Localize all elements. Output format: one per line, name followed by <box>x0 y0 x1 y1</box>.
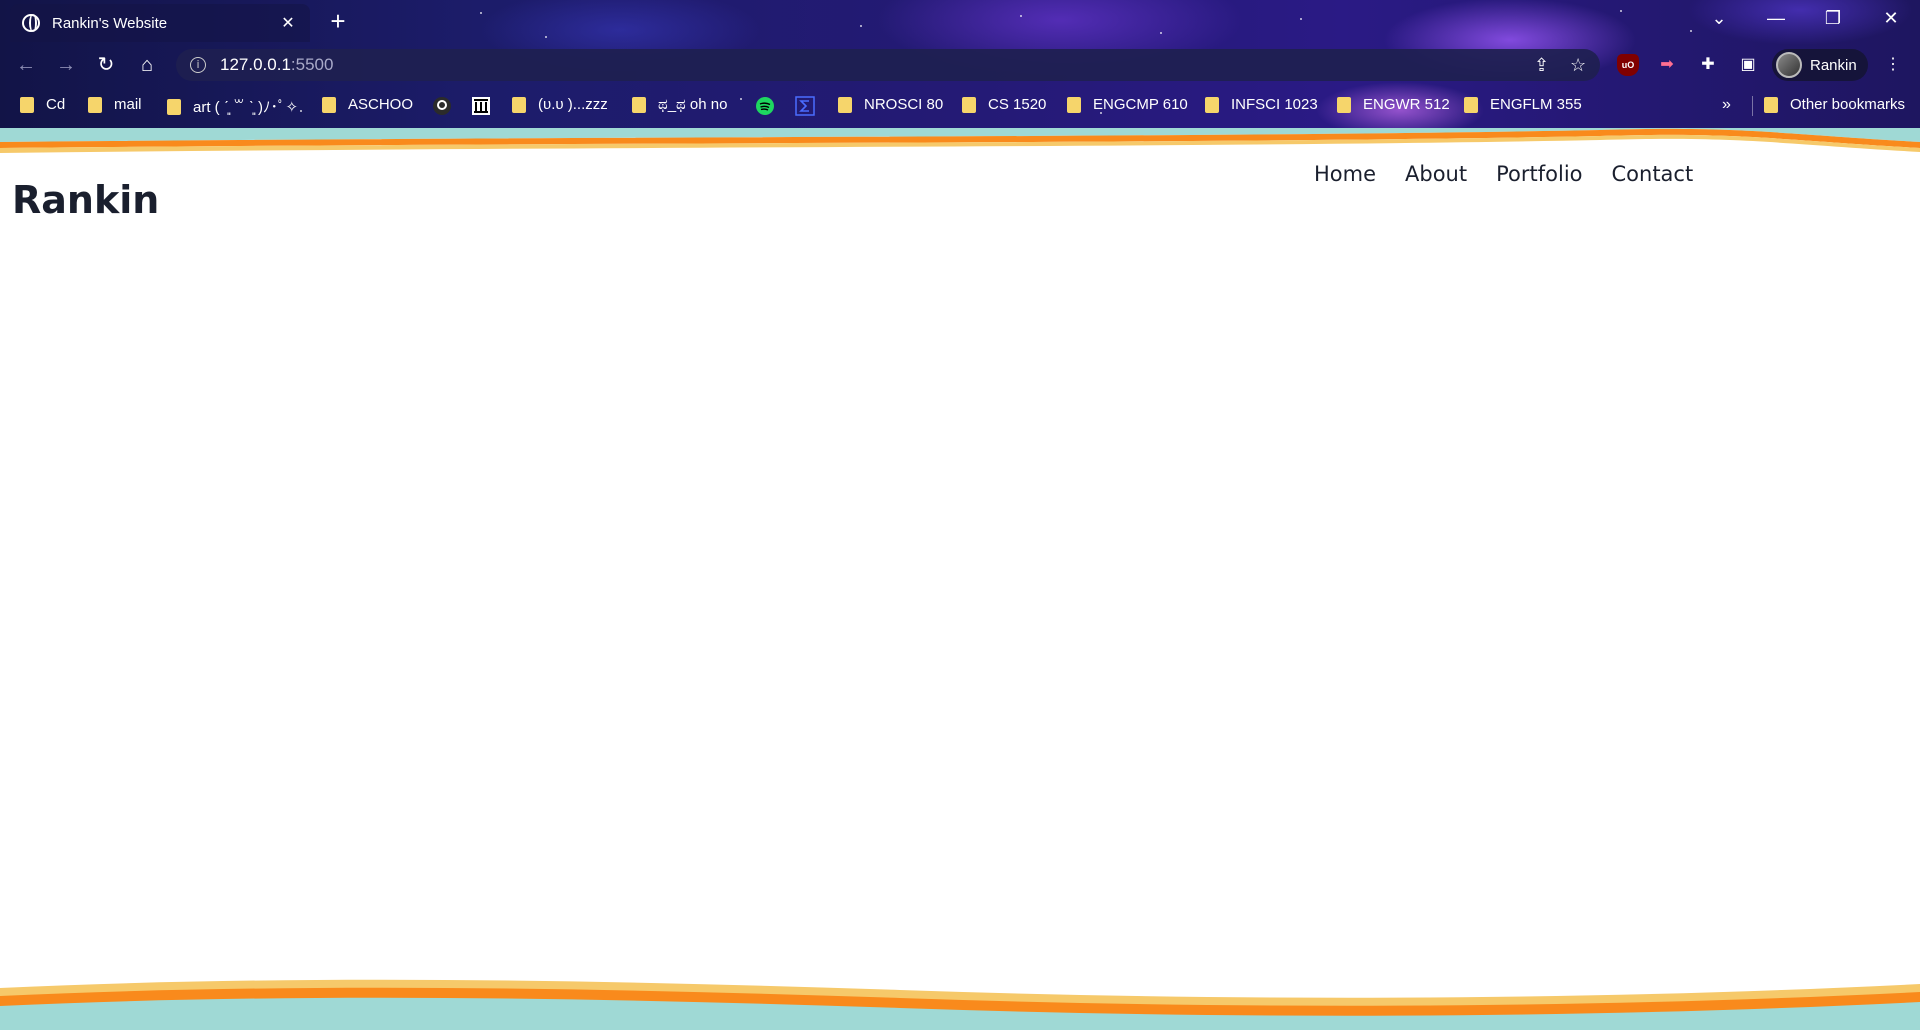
browser-chrome: Rankin's Website ✕ + ⌄ — ❐ ✕ ← → ↻ ⌂ i 1… <box>0 0 1920 128</box>
site-info-icon[interactable]: i <box>190 57 206 73</box>
folder-icon <box>1067 96 1081 113</box>
bookmark-folder[interactable]: ENGWR 512 <box>1337 96 1450 113</box>
bookmarks-divider <box>1752 96 1753 116</box>
github-icon <box>433 97 451 115</box>
main-nav: Home About Portfolio Contact <box>1314 162 1693 186</box>
home-icon[interactable]: ⌂ <box>133 51 161 79</box>
tab-title: Rankin's Website <box>52 14 168 32</box>
browser-toolbar: ← → ↻ ⌂ i 127.0.0.1 :5500 ⇪ ☆ uO ➡ ✚ ▣ R… <box>0 44 1920 86</box>
minimize-icon[interactable]: — <box>1761 8 1791 29</box>
folder-icon <box>632 96 646 113</box>
tab-search-icon[interactable]: ⌄ <box>1704 8 1734 29</box>
sigma-icon <box>795 96 815 116</box>
bottom-wave-decoration <box>0 979 1920 1030</box>
folder-icon <box>88 96 102 113</box>
folder-icon <box>322 96 336 113</box>
bookmark-library[interactable] <box>471 96 503 116</box>
bookmark-folder[interactable]: (υ.υ )...zzz <box>512 96 608 113</box>
folder-icon <box>512 96 526 113</box>
more-menu-icon[interactable]: ⋮ <box>1882 54 1904 76</box>
bookmark-github[interactable] <box>432 96 464 116</box>
forward-arrow-icon[interactable]: → <box>52 51 80 79</box>
folder-icon <box>1205 96 1219 113</box>
new-tab-button[interactable]: + <box>324 8 352 36</box>
folder-icon <box>1464 96 1478 113</box>
extensions-puzzle-icon[interactable]: ✚ <box>1697 54 1719 76</box>
address-host: 127.0.0.1 <box>220 55 291 74</box>
bookmark-spotify[interactable] <box>755 96 787 116</box>
folder-icon <box>838 96 852 113</box>
profile-button[interactable]: Rankin <box>1772 49 1868 81</box>
bookmark-folder[interactable]: ASCHOO <box>322 96 413 113</box>
restore-icon[interactable]: ❐ <box>1818 8 1848 29</box>
bookmark-folder[interactable]: ENGCMP 610 <box>1067 96 1188 113</box>
share-icon[interactable]: ⇪ <box>1534 49 1549 81</box>
bookmark-folder[interactable]: ಥ_ಥ oh no <box>632 96 727 113</box>
address-port: :5500 <box>290 55 334 74</box>
bookmark-sigma[interactable] <box>795 96 827 116</box>
profile-name: Rankin <box>1810 56 1857 74</box>
other-bookmarks[interactable]: Other bookmarks <box>1764 96 1905 113</box>
folder-icon <box>167 98 181 115</box>
nav-home-link[interactable]: Home <box>1314 162 1376 186</box>
reload-icon[interactable]: ↻ <box>92 51 120 79</box>
nav-contact-link[interactable]: Contact <box>1612 162 1694 186</box>
close-tab-icon[interactable]: ✕ <box>278 13 298 33</box>
bookmark-folder[interactable]: INFSCI 1023 <box>1205 96 1318 113</box>
avatar <box>1776 52 1802 78</box>
library-icon <box>472 97 490 115</box>
bookmark-star-icon[interactable]: ☆ <box>1570 49 1586 81</box>
side-panel-icon[interactable]: ▣ <box>1737 54 1759 76</box>
bookmark-folder[interactable]: mail <box>88 96 142 113</box>
close-window-icon[interactable]: ✕ <box>1876 8 1906 29</box>
folder-icon <box>1337 96 1351 113</box>
browser-tab[interactable]: Rankin's Website ✕ <box>10 4 310 42</box>
address-bar[interactable]: i 127.0.0.1 :5500 ⇪ ☆ <box>176 49 1600 81</box>
bookmarks-overflow-button[interactable]: » <box>1722 96 1731 114</box>
ublock-origin-icon[interactable]: uO <box>1617 54 1639 76</box>
spotify-icon <box>756 97 774 115</box>
nav-about-link[interactable]: About <box>1405 162 1467 186</box>
bookmark-folder[interactable]: Cd <box>20 96 65 113</box>
folder-icon <box>20 96 34 113</box>
bookmark-folder[interactable]: NROSCI 80 <box>838 96 943 113</box>
bookmark-folder[interactable]: art ( ˊ͈ ꒳ ˋ͈ )ﾉ･ﾟ✧ <box>167 96 298 117</box>
top-wave-decoration <box>0 128 1920 153</box>
folder-icon <box>1764 96 1778 113</box>
site-logo[interactable]: Rankin <box>12 178 159 222</box>
back-arrow-icon[interactable]: ← <box>12 51 40 79</box>
bookmark-folder[interactable]: CS 1520 <box>962 96 1046 113</box>
extension-arrow-icon[interactable]: ➡ <box>1656 54 1678 76</box>
nav-portfolio-link[interactable]: Portfolio <box>1496 162 1582 186</box>
folder-icon <box>962 96 976 113</box>
bookmarks-bar: Cd mail art ( ˊ͈ ꒳ ˋ͈ )ﾉ･ﾟ✧ ASCHOO (υ.υ … <box>0 88 1920 124</box>
page-viewport: Rankin Home About Portfolio Contact <box>0 128 1920 1030</box>
bookmark-folder[interactable]: ENGFLM 355 <box>1464 96 1582 113</box>
globe-icon <box>22 14 40 32</box>
